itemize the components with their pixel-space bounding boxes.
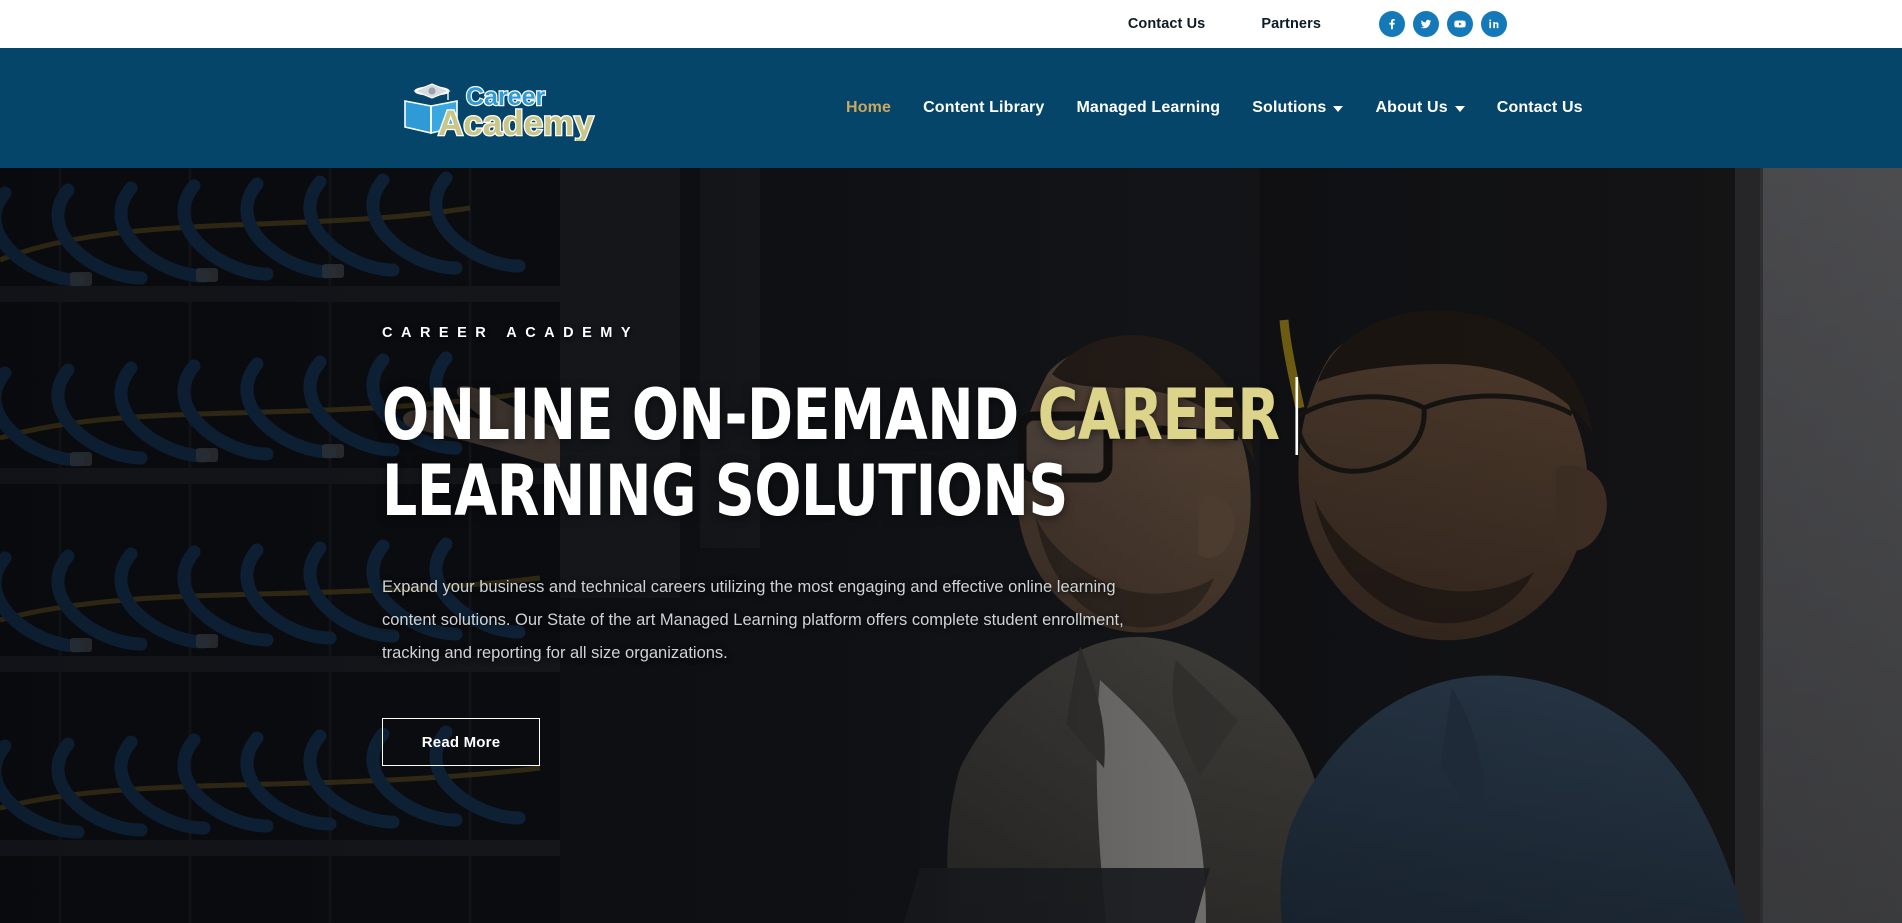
topbar-link-contact-us[interactable]: Contact Us [1128, 16, 1206, 32]
nav-item-managed-learning[interactable]: Managed Learning [1060, 99, 1236, 117]
nav-item-home[interactable]: Home [830, 99, 907, 117]
facebook-icon[interactable] [1379, 11, 1405, 37]
nav-item-solutions[interactable]: Solutions [1236, 99, 1359, 117]
nav-item-label: Solutions [1252, 99, 1327, 116]
nav-item-content-library[interactable]: Content Library [907, 99, 1060, 117]
hero-paragraph: Expand your business and technical caree… [382, 578, 1124, 663]
youtube-icon[interactable] [1447, 11, 1473, 37]
nav-item-label: Contact Us [1496, 99, 1583, 116]
hero-headline: ONLINE ON-DEMAND CAREER LEARNING SOLUTIO… [382, 373, 1394, 532]
hero-content: CAREER ACADEMY ONLINE ON-DEMAND CAREER L… [382, 168, 1532, 923]
hero-eyebrow: CAREER ACADEMY [382, 324, 640, 341]
nav-item-contact-us[interactable]: Contact Us [1481, 99, 1599, 117]
hero-headline-line-2: LEARNING SOLUTIONS [382, 449, 1068, 532]
primary-navigation: Home Content Library Managed Learning So… [830, 99, 1599, 117]
nav-item-label: Content Library [923, 99, 1045, 116]
read-more-button[interactable]: Read More [382, 718, 540, 767]
chevron-down-icon [1333, 106, 1344, 112]
svg-text:Academy: Academy [438, 104, 594, 141]
twitter-icon[interactable] [1413, 11, 1439, 37]
nav-item-label: Home [846, 99, 892, 116]
social-links [1379, 11, 1507, 37]
linkedin-icon[interactable] [1481, 11, 1507, 37]
top-utility-links: Contact Us Partners [1128, 16, 1321, 32]
site-logo[interactable]: Career Academy [402, 75, 620, 141]
chevron-down-icon [1454, 106, 1465, 112]
top-utility-bar: Contact Us Partners [0, 0, 1902, 48]
hero-section: CAREER ACADEMY ONLINE ON-DEMAND CAREER L… [0, 168, 1902, 923]
hero-headline-divider-bar [1295, 376, 1299, 455]
nav-item-label: Managed Learning [1076, 99, 1221, 116]
topbar-link-partners[interactable]: Partners [1261, 16, 1321, 32]
nav-item-label: About Us [1375, 99, 1448, 116]
hero-headline-line-1: ONLINE ON-DEMAND CAREER [382, 373, 1394, 456]
nav-item-about-us[interactable]: About Us [1359, 99, 1480, 117]
hero-headline-part-accent: CAREER [1037, 373, 1280, 456]
main-header: Career Academy Home Content Library Mana… [0, 48, 1902, 168]
hero-headline-part-white: ONLINE ON-DEMAND [382, 373, 1038, 456]
